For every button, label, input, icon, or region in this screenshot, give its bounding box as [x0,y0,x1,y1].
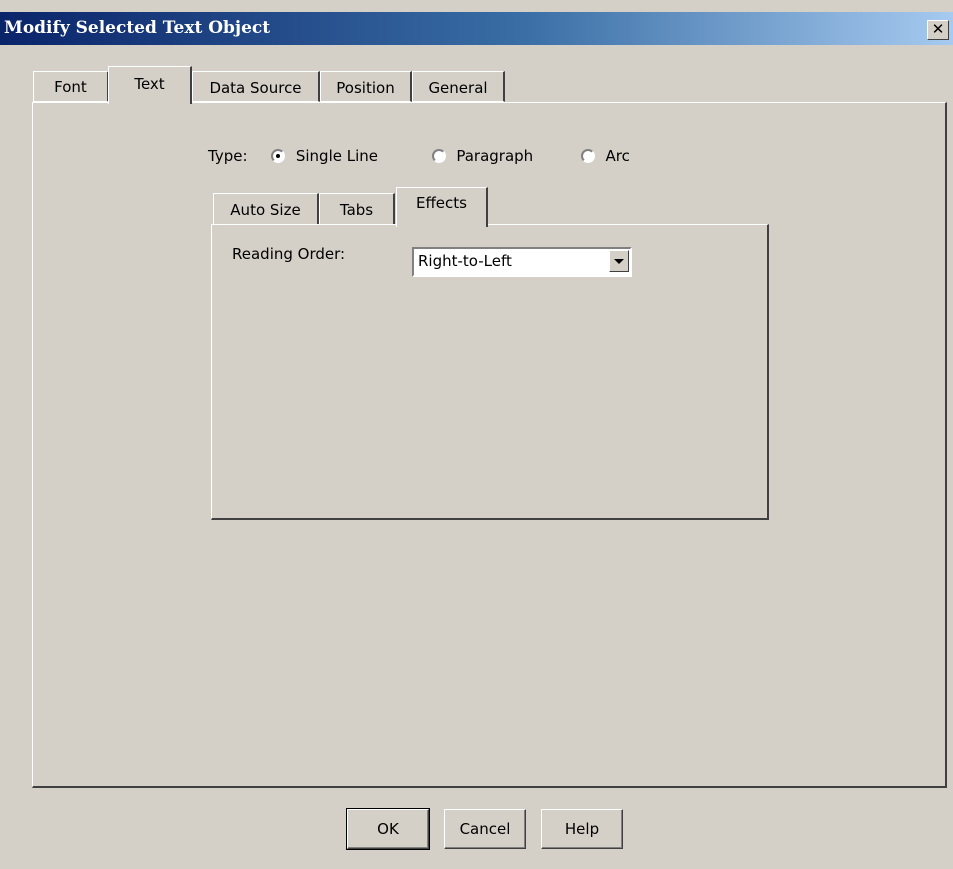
tab-font[interactable]: Font [33,71,109,102]
radio-checked-icon [271,149,286,163]
window-title: Modify Selected Text Object [4,18,271,38]
radio-unchecked-icon [580,149,595,163]
radio-unchecked-icon [431,149,446,163]
tab-text[interactable]: Text [108,66,192,104]
radio-arc[interactable]: Arc [580,147,630,165]
reading-order-select[interactable]: Right-to-Left [412,247,632,277]
ok-button[interactable]: OK [346,808,430,850]
close-button[interactable]: ✕ [927,20,949,40]
reading-order-label: Reading Order: [232,245,346,263]
radio-single-line[interactable]: Single Line [271,147,383,165]
help-button[interactable]: Help [541,809,623,849]
text-tab-panel: Type: Single Line Paragraph Arc Auto Siz… [32,102,947,788]
title-bar: Modify Selected Text Object ✕ [0,12,953,45]
subtab-tabs[interactable]: Tabs [319,193,395,225]
tab-position[interactable]: Position [320,71,412,102]
reading-order-value: Right-to-Left [418,252,512,270]
subtab-auto-size[interactable]: Auto Size [213,193,319,225]
type-label: Type: [208,147,248,165]
close-icon: ✕ [931,20,945,38]
tab-general[interactable]: General [412,71,505,102]
tab-data-source[interactable]: Data Source [192,71,320,102]
chevron-down-icon[interactable] [609,250,629,272]
effects-panel: Reading Order: Right-to-Left [211,224,769,520]
type-radio-group: Type: Single Line Paragraph Arc [208,147,630,165]
cancel-button[interactable]: Cancel [444,809,526,849]
radio-paragraph[interactable]: Paragraph [431,147,538,165]
subtab-effects[interactable]: Effects [396,187,488,227]
